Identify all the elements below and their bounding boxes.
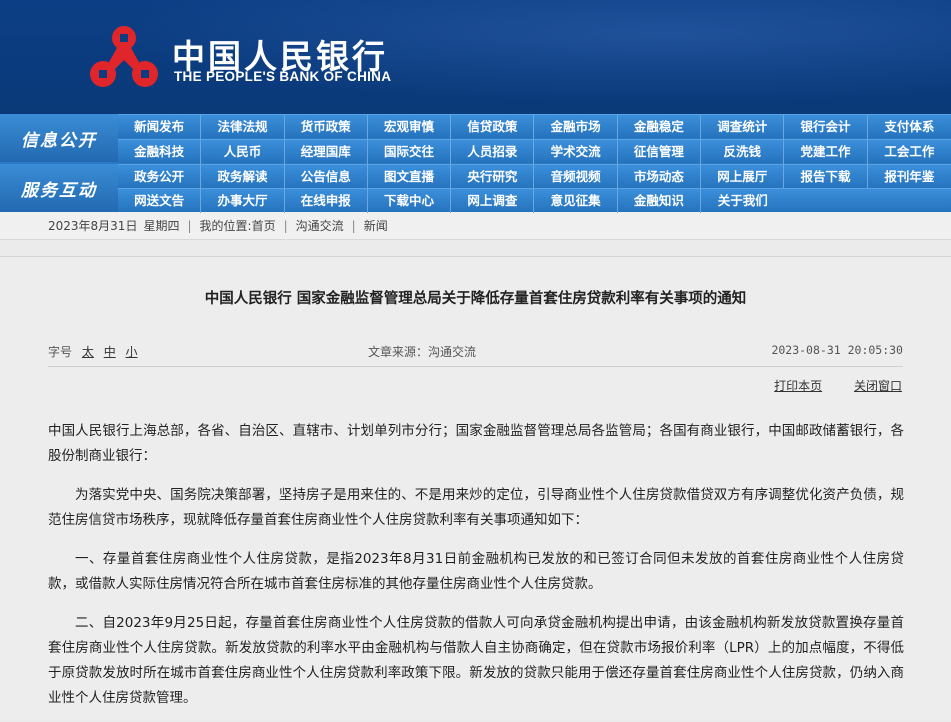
font-size-label: 字号 [48, 345, 73, 359]
current-date: 2023年8月31日 [48, 219, 138, 233]
nav-item[interactable]: 音频视频 [534, 164, 618, 189]
close-window-link[interactable]: 关闭窗口 [854, 379, 902, 393]
breadcrumb-news[interactable]: 新闻 [364, 217, 388, 234]
nav-item[interactable]: 金融知识 [618, 188, 702, 213]
nav-item[interactable]: 报告下载 [784, 164, 868, 189]
nav-item[interactable]: 金融稳定 [618, 114, 702, 139]
spacer [0, 240, 951, 256]
print-page-link[interactable]: 打印本页 [774, 379, 822, 393]
breadcrumb: 2023年8月31日 星期四 | 我的位置: 首页 | 沟通交流 | 新闻 [0, 212, 951, 240]
nav-item[interactable]: 意见征集 [534, 188, 618, 213]
font-size-medium-link[interactable]: 中 [104, 345, 116, 359]
nav-item[interactable]: 人员招录 [451, 139, 535, 164]
nav-item[interactable]: 网送文告 [118, 188, 202, 213]
nav-item[interactable]: 信贷政策 [451, 114, 535, 139]
nav-item[interactable]: 政务公开 [118, 164, 202, 189]
breadcrumb-communication[interactable]: 沟通交流 [296, 217, 344, 234]
article-title: 中国人民银行 国家金融监督管理总局关于降低存量首套住房贷款利率有关事项的通知 [204, 291, 747, 307]
nav-item[interactable]: 金融科技 [118, 139, 202, 164]
nav-item[interactable]: 银行会计 [784, 114, 868, 139]
current-weekday: 星期四 [143, 219, 180, 233]
nav-item[interactable]: 公告信息 [285, 164, 368, 189]
nav-item[interactable]: 宏观审慎 [368, 114, 452, 139]
article-paragraph: 中国人民银行上海总部，各省、自治区、直辖市、计划单列市分行；国家金融监督管理总局… [48, 423, 904, 464]
nav-item[interactable]: 新闻发布 [118, 114, 202, 139]
article-paragraph: 二、自2023年9月25日起，存量首套住房商业性个人住房贷款的借款人可向承贷金融… [48, 615, 904, 706]
nav-item[interactable]: 征信管理 [618, 139, 702, 164]
article-container: 中国人民银行 国家金融监督管理总局关于降低存量首套住房贷款利率有关事项的通知 字… [0, 256, 951, 720]
breadcrumb-separator: | [283, 218, 288, 233]
pboc-emblem-icon[interactable] [88, 24, 160, 92]
nav-item[interactable]: 政务解读 [201, 164, 285, 189]
article-datetime: 2023-08-31 20:05:30 [771, 343, 903, 357]
nav-item[interactable]: 下载中心 [368, 188, 452, 213]
nav-item[interactable]: 办事大厅 [201, 188, 285, 213]
article-body: 中国人民银行上海总部，各省、自治区、直辖市、计划单列市分行；国家金融监督管理总局… [48, 419, 904, 720]
nav-item[interactable]: 法律法规 [201, 114, 285, 139]
nav-item[interactable]: 人民币 [201, 139, 285, 164]
nav-row-1: 新闻发布 法律法规 货币政策 宏观审慎 信贷政策 金融市场 金融稳定 调查统计 … [118, 114, 951, 139]
nav-item[interactable]: 支付体系 [868, 115, 951, 139]
nav-item[interactable]: 金融市场 [534, 114, 618, 139]
nav-item[interactable]: 党建工作 [784, 139, 868, 164]
nav-item[interactable]: 调查统计 [701, 114, 785, 139]
article-source: 文章来源：沟通交流 [368, 345, 477, 359]
nav-item[interactable]: 经理国库 [285, 139, 368, 164]
breadcrumb-home[interactable]: 首页 [252, 217, 276, 234]
nav-item[interactable]: 关于我们 [701, 189, 784, 213]
nav-item[interactable]: 在线申报 [285, 188, 368, 213]
nav-item[interactable]: 学术交流 [534, 139, 618, 164]
nav-row-2: 金融科技 人民币 经理国库 国际交往 人员招录 学术交流 征信管理 反洗钱 党建… [118, 139, 951, 164]
nav-row-3: 政务公开 政务解读 公告信息 图文直播 央行研究 音频视频 市场动态 网上展厅 … [118, 164, 951, 189]
nav-row-4: 网送文告 办事大厅 在线申报 下载中心 网上调查 意见征集 金融知识 关于我们 [118, 188, 951, 213]
article-actions: 打印本页 关闭窗口 [746, 377, 902, 394]
breadcrumb-separator: | [187, 218, 192, 233]
nav-category-service-interaction: 服务互动 [0, 164, 118, 212]
article-paragraph: 为落实党中央、国务院决策部署，坚持房子是用来住的、不是用来炒的定位，引导商业性个… [48, 487, 904, 528]
nav-item[interactable]: 工会工作 [868, 140, 951, 164]
nav-item[interactable]: 网上展厅 [701, 164, 785, 189]
nav-item[interactable]: 货币政策 [285, 114, 368, 139]
nav-item[interactable]: 国际交往 [368, 139, 452, 164]
nav-item[interactable]: 网上调查 [451, 188, 535, 213]
logo-english-name[interactable]: THE PEOPLE'S BANK OF CHINA [174, 69, 391, 84]
main-navigation: 信息公开 服务互动 新闻发布 法律法规 货币政策 宏观审慎 信贷政策 金融市场 … [0, 114, 951, 213]
location-label: 我的位置: [199, 219, 252, 233]
nav-item[interactable]: 反洗钱 [701, 139, 785, 164]
nav-item[interactable]: 市场动态 [618, 164, 702, 189]
nav-item[interactable]: 央行研究 [451, 164, 535, 189]
font-size-small-link[interactable]: 小 [126, 345, 138, 359]
site-header: 中国人民银行 THE PEOPLE'S BANK OF CHINA [0, 0, 951, 114]
meta-divider [48, 366, 903, 367]
nav-item[interactable]: 报刊年鉴 [868, 165, 951, 189]
font-size-large-link[interactable]: 太 [82, 345, 94, 359]
breadcrumb-separator: | [351, 218, 356, 233]
article-meta: 字号 太 中 小 文章来源：沟通交流 2023-08-31 20:05:30 [48, 343, 903, 359]
article-paragraph: 一、存量首套住房商业性个人住房贷款，是指2023年8月31日前金融机构已发放的和… [48, 551, 904, 592]
nav-category-info-disclosure: 信息公开 [0, 114, 118, 162]
nav-item[interactable]: 图文直播 [368, 164, 452, 189]
font-size-controls: 字号 太 中 小 [48, 343, 138, 360]
